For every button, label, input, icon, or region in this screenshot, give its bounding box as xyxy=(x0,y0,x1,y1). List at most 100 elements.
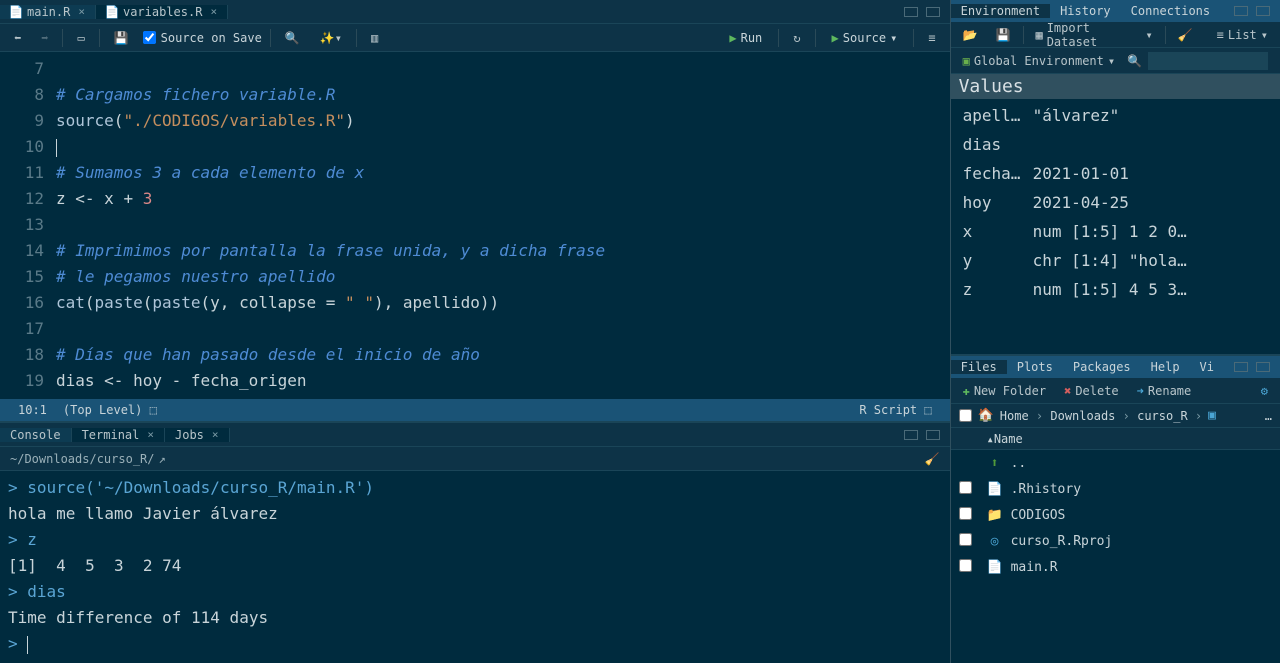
file-checkbox[interactable] xyxy=(959,481,972,494)
delete-button[interactable]: ✖ Delete xyxy=(1058,382,1125,400)
minimize-icon[interactable] xyxy=(1234,6,1248,16)
line-gutter: 78910111213141516171819 xyxy=(0,52,56,399)
minimize-icon[interactable] xyxy=(1234,362,1248,372)
env-var-value: 2021-04-25 xyxy=(1033,188,1129,217)
sort-icon[interactable]: ▴ xyxy=(987,432,994,446)
file-checkbox[interactable] xyxy=(959,559,972,572)
file-row[interactable]: 📄main.R xyxy=(951,554,1280,580)
editor-toolbar: ⬅ ➡ ▭ 💾 Source on Save 🔍 ✨▾ ▥ ▶ Run ↻ xyxy=(0,24,950,52)
file-row[interactable]: 📄.Rhistory xyxy=(951,476,1280,502)
environment-search-input[interactable] xyxy=(1148,52,1268,70)
new-folder-button[interactable]: ✚ New Folder xyxy=(957,382,1052,400)
maximize-icon[interactable] xyxy=(1256,362,1270,372)
breadcrumb-item[interactable]: curso_R xyxy=(1137,409,1188,423)
save-workspace-button[interactable]: 💾 xyxy=(990,26,1017,44)
source-icon: ▶ xyxy=(832,31,839,45)
run-button[interactable]: ▶ Run xyxy=(721,29,770,47)
file-row[interactable]: 📁CODIGOS xyxy=(951,502,1280,528)
rerun-button[interactable]: ↻ xyxy=(787,29,806,47)
env-tab[interactable]: Connections xyxy=(1121,4,1220,18)
console-tab[interactable]: Console xyxy=(0,428,72,442)
clear-console-icon[interactable]: 🧹 xyxy=(925,452,940,466)
editor-tab[interactable]: 📄main.R× xyxy=(0,5,96,19)
files-panel-tab[interactable]: Plots xyxy=(1007,360,1063,374)
env-variable-row[interactable]: xnum [1:5] 1 2 0… xyxy=(951,217,1280,246)
chevron-down-icon: ▾ xyxy=(1146,28,1153,42)
editor-tab-bar: 📄main.R×📄variables.R× xyxy=(0,0,950,24)
close-tab-icon[interactable]: × xyxy=(212,428,219,441)
files-panel-tab[interactable]: Help xyxy=(1141,360,1190,374)
editor-status-bar: 10:1 (Top Level) ⬚ R Script ⬚ xyxy=(0,399,950,421)
forward-button[interactable]: ➡ xyxy=(35,29,54,47)
wand-button[interactable]: ✨▾ xyxy=(314,29,348,47)
tab-label: variables.R xyxy=(123,5,202,19)
breadcrumb-item[interactable]: Downloads xyxy=(1050,409,1115,423)
minimize-icon[interactable] xyxy=(904,7,918,17)
name-column-header[interactable]: Name xyxy=(994,432,1023,446)
file-row[interactable]: ◎curso_R.Rproj xyxy=(951,528,1280,554)
maximize-icon[interactable] xyxy=(926,430,940,440)
ellipsis-button[interactable]: … xyxy=(1265,409,1272,423)
breadcrumb-item[interactable]: Home xyxy=(1000,409,1029,423)
notebook-button[interactable]: ▥ xyxy=(365,29,384,47)
file-checkbox[interactable] xyxy=(959,533,972,546)
console-tab-bar: ConsoleTerminal×Jobs× xyxy=(0,423,950,447)
close-tab-icon[interactable]: × xyxy=(147,428,154,441)
back-button[interactable]: ⬅ xyxy=(8,29,27,47)
maximize-icon[interactable] xyxy=(926,7,940,17)
rename-button[interactable]: ➜ Rename xyxy=(1131,382,1198,400)
env-variable-row[interactable]: fecha…2021-01-01 xyxy=(951,159,1280,188)
scope-indicator[interactable]: (Top Level) ⬚ xyxy=(55,403,165,417)
files-panel-tab[interactable]: Packages xyxy=(1063,360,1141,374)
search-icon: 🔍 xyxy=(1127,54,1142,68)
file-list[interactable]: ⬆..📄.Rhistory📁CODIGOS◎curso_R.Rproj📄main… xyxy=(951,450,1280,663)
home-icon[interactable]: 🏠 xyxy=(978,408,994,423)
files-panel-tab[interactable]: Files xyxy=(951,360,1007,374)
file-row[interactable]: ⬆.. xyxy=(951,450,1280,476)
view-mode-button[interactable]: ≡ List ▾ xyxy=(1211,26,1274,44)
outline-button[interactable]: ≡ xyxy=(922,29,941,47)
tab-label: main.R xyxy=(27,5,70,19)
env-variable-row[interactable]: apell…"álvarez" xyxy=(951,101,1280,130)
source-button[interactable]: ▶ Source ▾ xyxy=(824,29,906,47)
files-toolbar: ✚ New Folder ✖ Delete ➜ Rename ⚙ xyxy=(951,378,1280,404)
chevron-right-icon: › xyxy=(1029,409,1051,423)
env-variable-row[interactable]: hoy2021-04-25 xyxy=(951,188,1280,217)
language-indicator[interactable]: R Script ⬚ xyxy=(851,403,939,417)
env-variable-row[interactable]: dias xyxy=(951,130,1280,159)
files-tabs: FilesPlotsPackagesHelpVi xyxy=(951,356,1280,378)
r-file-icon: 📄 xyxy=(106,6,118,18)
environment-list[interactable]: apell…"álvarez"diasfecha…2021-01-01hoy20… xyxy=(951,99,1280,354)
close-tab-icon[interactable]: × xyxy=(78,5,85,18)
clear-env-button[interactable]: 🧹 xyxy=(1172,26,1199,44)
env-var-value: "álvarez" xyxy=(1033,101,1120,130)
code-content[interactable]: # Cargamos fichero variable.Rsource("./C… xyxy=(56,52,950,399)
console-working-dir[interactable]: ~/Downloads/curso_R/ xyxy=(10,452,155,466)
show-in-new-window-button[interactable]: ▭ xyxy=(71,29,90,47)
source-on-save-checkbox[interactable]: Source on Save xyxy=(143,31,262,45)
env-variable-row[interactable]: ychr [1:4] "hola… xyxy=(951,246,1280,275)
find-button[interactable]: 🔍 xyxy=(279,29,306,47)
load-workspace-button[interactable]: 📂 xyxy=(957,26,984,44)
file-checkbox[interactable] xyxy=(959,507,972,520)
code-editor[interactable]: 78910111213141516171819 # Cargamos fiche… xyxy=(0,52,950,399)
chevron-right-icon: › xyxy=(1188,409,1202,423)
editor-tab[interactable]: 📄 variables.R × xyxy=(96,5,228,19)
save-button[interactable]: 💾 xyxy=(108,29,135,47)
env-tab[interactable]: History xyxy=(1050,4,1121,18)
select-all-checkbox[interactable] xyxy=(959,409,972,422)
minimize-icon[interactable] xyxy=(904,430,918,440)
env-variable-row[interactable]: znum [1:5] 4 5 3… xyxy=(951,275,1280,304)
console-output[interactable]: > source('~/Downloads/curso_R/main.R')ho… xyxy=(0,471,950,663)
scope-selector[interactable]: ▣ Global Environment ▾ xyxy=(957,52,1122,70)
more-button[interactable]: ⚙ xyxy=(1255,382,1274,400)
env-tab[interactable]: Environment xyxy=(951,4,1050,18)
console-tab[interactable]: Jobs× xyxy=(165,428,230,442)
maximize-icon[interactable] xyxy=(1256,6,1270,16)
console-tab[interactable]: Terminal× xyxy=(72,428,165,442)
import-dataset-button[interactable]: ▦ Import Dataset ▾ xyxy=(1029,19,1158,51)
files-panel-tab[interactable]: Vi xyxy=(1190,360,1224,374)
close-tab-icon[interactable]: × xyxy=(210,5,217,18)
console-window-controls xyxy=(894,430,950,440)
popup-icon[interactable]: ↗ xyxy=(159,452,166,466)
